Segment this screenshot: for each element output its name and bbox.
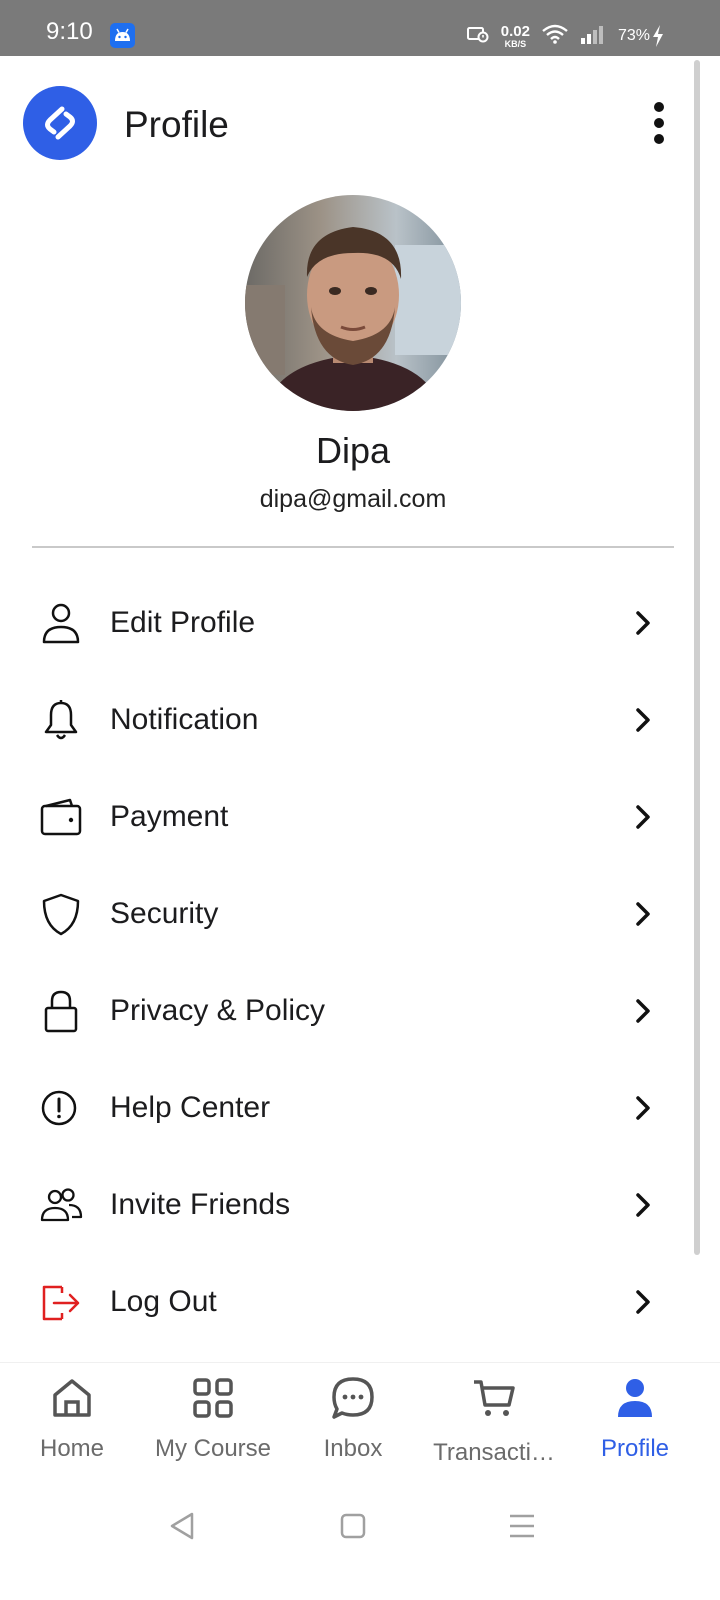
data-saver-icon <box>466 25 489 48</box>
menu-item-log-out[interactable]: Log Out <box>0 1255 694 1352</box>
nav-item-home[interactable]: Home <box>2 1363 142 1481</box>
more-options-icon[interactable] <box>643 98 675 148</box>
chevron-right-icon <box>636 805 650 829</box>
back-icon[interactable] <box>162 1506 202 1546</box>
bottom-navigation: Home My Course Inbox Transacti… Profile <box>0 1362 720 1480</box>
nav-item-inbox[interactable]: Inbox <box>283 1363 423 1481</box>
menu-label: Notification <box>110 703 259 736</box>
menu-item-security[interactable]: Security <box>0 867 694 964</box>
chevron-right-icon <box>636 611 650 635</box>
speed-unit: KB/S <box>504 38 527 49</box>
signal-icon <box>580 24 606 49</box>
chat-icon <box>332 1377 374 1419</box>
nav-label: My Course <box>154 1435 272 1462</box>
logout-icon <box>42 1285 80 1321</box>
menu-item-privacy-policy[interactable]: Privacy & Policy <box>0 964 694 1061</box>
nav-label: Profile <box>600 1435 670 1462</box>
menu-item-invite-friends[interactable]: Invite Friends <box>0 1158 694 1255</box>
home-icon <box>53 1379 91 1417</box>
chevron-right-icon <box>636 902 650 926</box>
grid-icon <box>193 1378 233 1418</box>
chevron-right-icon <box>636 1290 650 1314</box>
shield-icon <box>42 893 80 936</box>
home-button-icon[interactable] <box>333 1506 373 1546</box>
divider <box>32 546 674 548</box>
menu-item-edit-profile[interactable]: Edit Profile <box>0 576 694 673</box>
menu-item-notification[interactable]: Notification <box>0 673 694 770</box>
page-title: Profile <box>124 104 229 145</box>
user-email: dipa@gmail.com <box>259 485 447 513</box>
charging-icon <box>653 25 663 47</box>
nav-item-profile[interactable]: Profile <box>565 1363 705 1481</box>
menu-item-help-center[interactable]: Help Center <box>0 1061 694 1158</box>
network-speed: 0.02 KB/S <box>501 24 530 49</box>
nav-label: Transacti… <box>433 1439 555 1466</box>
menu-label: Invite Friends <box>110 1188 291 1221</box>
nav-item-transactions[interactable]: Transacti… <box>424 1363 564 1481</box>
nav-label: Inbox <box>323 1435 383 1462</box>
cart-icon <box>474 1380 515 1416</box>
chevron-right-icon <box>636 999 650 1023</box>
chevron-right-icon <box>636 1193 650 1217</box>
menu-label: Help Center <box>110 1091 271 1124</box>
android-app-icon <box>110 23 135 48</box>
user-name: Dipa <box>315 430 391 471</box>
speed-value: 0.02 <box>500 22 530 40</box>
system-navigation-bar <box>0 1480 720 1600</box>
person-icon <box>42 603 80 644</box>
app-header: Profile <box>0 56 720 196</box>
menu-label: Edit Profile <box>110 606 256 639</box>
status-bar: 9:10 0.02 KB/S 73% <box>0 0 720 56</box>
profile-menu: Edit Profile Notification Payment Securi… <box>0 576 694 1352</box>
status-time: 9:10 <box>46 18 93 45</box>
menu-label: Payment <box>110 800 229 833</box>
wallet-icon <box>40 798 82 836</box>
menu-item-payment[interactable]: Payment <box>0 770 694 867</box>
battery-status: 73% <box>618 25 664 47</box>
menu-label: Security <box>110 897 219 930</box>
wifi-icon <box>542 24 568 49</box>
menu-label: Log Out <box>110 1285 217 1318</box>
info-circle-icon <box>41 1090 77 1126</box>
person-icon <box>618 1379 652 1417</box>
battery-percent: 73% <box>617 27 650 44</box>
nav-item-my-course[interactable]: My Course <box>143 1363 283 1481</box>
avatar[interactable] <box>245 195 461 411</box>
recents-menu-icon[interactable] <box>502 1506 542 1546</box>
scrollbar[interactable] <box>694 60 700 1255</box>
app-logo <box>23 86 97 160</box>
bell-icon <box>44 700 78 740</box>
nav-label: Home <box>39 1435 105 1462</box>
chevron-right-icon <box>636 1096 650 1120</box>
people-icon <box>40 1188 83 1222</box>
chevron-right-icon <box>636 708 650 732</box>
menu-label: Privacy & Policy <box>110 994 326 1027</box>
lock-icon <box>44 990 78 1033</box>
